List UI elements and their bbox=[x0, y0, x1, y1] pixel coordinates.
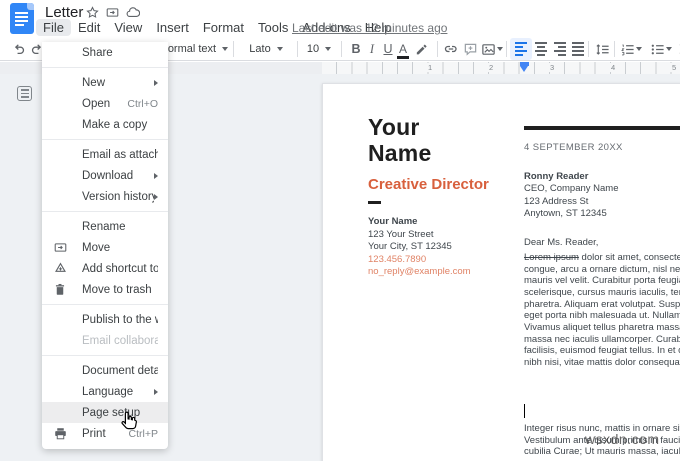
letter-sender-name: Your Name bbox=[368, 114, 432, 166]
indent-icon[interactable] bbox=[676, 38, 680, 60]
font-selector[interactable]: Lato bbox=[238, 38, 294, 60]
paragraph-style-selector[interactable]: Normal text bbox=[158, 38, 230, 60]
indent-marker[interactable] bbox=[520, 62, 529, 72]
decorative-rule bbox=[524, 126, 680, 130]
menu-divider bbox=[42, 67, 168, 68]
submenu-arrow-icon bbox=[154, 193, 158, 200]
align-left-button[interactable] bbox=[510, 38, 532, 60]
highlight-pen-icon[interactable] bbox=[411, 38, 431, 60]
ruler-number: 1 bbox=[426, 63, 435, 72]
menu-item-make-a-copy[interactable]: Make a copy bbox=[42, 114, 168, 135]
menu-divider bbox=[42, 211, 168, 212]
sender-contact-block: Your Name 123 Your Street Your City, ST … bbox=[368, 216, 471, 278]
ruler-number: 3 bbox=[548, 63, 557, 72]
salutation: Dear Ms. Reader, bbox=[524, 237, 599, 248]
chevron-down-icon bbox=[222, 47, 229, 51]
ruler-number: 2 bbox=[487, 63, 496, 72]
letter-date: 4 SEPTEMBER 20XX bbox=[524, 142, 623, 153]
watermark-text: wsxdn.com bbox=[585, 431, 660, 447]
submenu-arrow-icon bbox=[154, 172, 158, 179]
menu-item-print[interactable]: Print Ctrl+P bbox=[42, 423, 168, 444]
text-color-button[interactable]: A bbox=[394, 38, 412, 60]
line-spacing-icon[interactable] bbox=[592, 38, 612, 60]
text-line: mauris vel velit. Curabitur porta feugia… bbox=[524, 275, 680, 287]
submenu-arrow-icon bbox=[154, 79, 158, 86]
ruler-number: 5 bbox=[670, 63, 679, 72]
menu-item-open[interactable]: Open Ctrl+O bbox=[42, 93, 168, 114]
menu-item-download[interactable]: Download bbox=[42, 165, 168, 186]
move-icon bbox=[54, 243, 67, 252]
move-folder-icon[interactable] bbox=[106, 6, 119, 19]
text-line: nibh nisi, vitae mattis dolor consequat … bbox=[524, 356, 680, 368]
star-icon[interactable] bbox=[86, 6, 99, 19]
chevron-down-icon bbox=[276, 47, 283, 51]
menu-file[interactable]: File bbox=[36, 19, 71, 36]
drive-shortcut-icon bbox=[55, 262, 66, 272]
google-docs-window: Letter File Edit View Insert Format Tool… bbox=[0, 0, 680, 461]
menu-item-document-details[interactable]: Document details bbox=[42, 360, 168, 381]
menu-insert[interactable]: Insert bbox=[149, 19, 196, 36]
ruler-number: 4 bbox=[609, 63, 618, 72]
body-paragraph-1: Lorem ipsum dolor sit amet, consectetur … bbox=[524, 252, 680, 369]
menu-item-language[interactable]: Language bbox=[42, 381, 168, 402]
decorative-dash bbox=[368, 201, 381, 204]
add-comment-icon[interactable] bbox=[460, 38, 480, 60]
chevron-down-icon bbox=[325, 47, 332, 51]
file-dropdown-menu: Share New Open Ctrl+O Make a copy Email a… bbox=[42, 42, 168, 449]
sender-phone: 123.456.7890 bbox=[368, 253, 427, 265]
text-cursor bbox=[524, 404, 526, 418]
text-line: facilisis, euismod feugiat tellus. In et… bbox=[524, 345, 680, 357]
menu-item-email-collaborators: Email collaborators bbox=[82, 334, 158, 347]
docs-logo-icon[interactable] bbox=[10, 3, 34, 34]
menu-item-move[interactable]: Move bbox=[42, 237, 168, 258]
cloud-status-icon[interactable] bbox=[126, 6, 140, 19]
letter-sender-role: Creative Director bbox=[368, 176, 489, 193]
menu-item-version-history[interactable]: Version history bbox=[42, 186, 168, 207]
text-line: Vivamus aliquet tellus pharetra massa ru… bbox=[524, 321, 680, 333]
menu-view[interactable]: View bbox=[107, 19, 149, 36]
menu-item-add-shortcut-to-drive[interactable]: Add shortcut to Drive bbox=[42, 258, 168, 279]
text-line: massa nec iaculis ullamcorper. Curabitur… bbox=[524, 333, 680, 345]
menu-divider bbox=[42, 304, 168, 305]
submenu-arrow-icon bbox=[154, 388, 158, 395]
menu-edit[interactable]: Edit bbox=[71, 19, 107, 36]
menu-divider bbox=[42, 139, 168, 140]
numbered-list-caret[interactable] bbox=[634, 38, 644, 60]
menu-divider bbox=[42, 355, 168, 356]
menu-item-email-as-attachment[interactable]: Email as attachment bbox=[42, 144, 168, 165]
image-options-caret[interactable] bbox=[495, 38, 505, 60]
menu-item-page-setup[interactable]: Page setup bbox=[42, 402, 168, 423]
text-line: pharetra. Aliquam erat volutpat. Suspend… bbox=[524, 298, 680, 310]
menu-tools[interactable]: Tools bbox=[251, 19, 295, 36]
justify-button[interactable] bbox=[567, 38, 589, 60]
insert-link-icon[interactable] bbox=[441, 38, 461, 60]
font-size-selector[interactable]: 10 bbox=[302, 38, 336, 60]
text-line: cubilia Curae; Ut mauris massa, iaculis … bbox=[524, 446, 680, 458]
text-line: scelerisque, cursus mauris iaculis, temp… bbox=[524, 286, 680, 298]
undo-button[interactable] bbox=[8, 38, 28, 60]
sender-email: no_reply@example.com bbox=[368, 266, 471, 278]
text-line: eget porta nibh malesuada ut. Nullam feu… bbox=[524, 310, 680, 322]
menu-item-publish-to-the-web[interactable]: Publish to the web bbox=[42, 309, 168, 330]
text-line: congue, arcu a ornare dictum, nisl neque… bbox=[524, 263, 680, 275]
menu-format[interactable]: Format bbox=[196, 19, 251, 36]
menu-item-rename[interactable]: Rename bbox=[42, 216, 168, 237]
mouse-pointer-icon bbox=[120, 411, 138, 437]
trash-icon bbox=[55, 283, 65, 295]
document-outline-icon[interactable] bbox=[17, 86, 32, 101]
bulleted-list-caret[interactable] bbox=[664, 38, 674, 60]
recipient-block: Ronny Reader CEO, Company Name 123 Addre… bbox=[524, 171, 619, 219]
print-icon bbox=[55, 428, 66, 440]
menu-item-share[interactable]: Share bbox=[42, 42, 168, 63]
menu-item-new[interactable]: New bbox=[42, 72, 168, 93]
last-edit-link[interactable]: Last edit was 12 minutes ago bbox=[292, 21, 447, 35]
menu-item-move-to-trash[interactable]: Move to trash bbox=[42, 279, 168, 300]
